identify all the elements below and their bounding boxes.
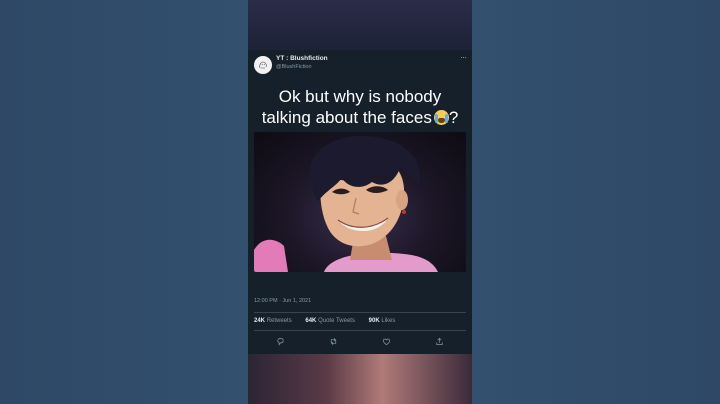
retweets-label: Retweets	[266, 318, 292, 324]
video-top-strip	[248, 0, 472, 50]
likes-stat[interactable]: 90K Likes	[369, 318, 402, 324]
tweet-text-line2: talking about the faces?	[248, 107, 472, 128]
video-bottom-strip	[248, 352, 472, 404]
ear	[396, 190, 408, 210]
background-right	[472, 0, 720, 404]
avatar[interactable]	[254, 56, 272, 74]
share-icon[interactable]	[435, 337, 444, 346]
tweet-stats: 24K Retweets 64K Quote Tweets 90K Likes	[254, 318, 407, 324]
quotes-count: 64K	[305, 318, 317, 324]
avatar-sketch-icon	[259, 61, 267, 69]
quotes-stat[interactable]: 64K Quote Tweets	[305, 318, 361, 324]
tweet-actions	[254, 334, 466, 348]
divider-top	[254, 312, 466, 313]
retweet-icon[interactable]	[329, 337, 338, 346]
retweets-stat[interactable]: 24K Retweets	[254, 318, 298, 324]
likes-count: 90K	[368, 318, 380, 324]
likes-label: Likes	[381, 318, 396, 324]
character-portrait	[254, 135, 438, 272]
pink-hand	[254, 239, 288, 272]
display-name[interactable]: YT : Blushfiction	[276, 55, 328, 62]
tweet-media-image[interactable]	[254, 132, 466, 272]
like-icon[interactable]	[382, 337, 391, 346]
tweet-text-line1: Ok but why is nobody	[278, 87, 442, 106]
tweet-timestamp[interactable]: 12:00 PM · Jun 1, 2021	[254, 298, 311, 304]
background-left	[0, 0, 248, 404]
tweet-text: Ok but why is nobody talking about the f…	[248, 86, 472, 128]
more-options-icon[interactable]: ···	[460, 52, 467, 62]
user-handle[interactable]: @BlushFiction	[276, 64, 312, 70]
tweet-text-line2-words: talking about the faces	[261, 108, 432, 127]
tweet-text-question-mark: ?	[448, 108, 459, 127]
retweets-count: 24K	[254, 318, 266, 324]
quotes-label: Quote Tweets	[318, 318, 355, 324]
tweet-card: YT : Blushfiction @BlushFiction ··· Ok b…	[248, 50, 472, 354]
loudly-crying-face-icon	[433, 110, 449, 125]
reply-icon[interactable]	[276, 337, 285, 346]
earring	[402, 210, 406, 214]
divider-bottom	[254, 330, 466, 331]
